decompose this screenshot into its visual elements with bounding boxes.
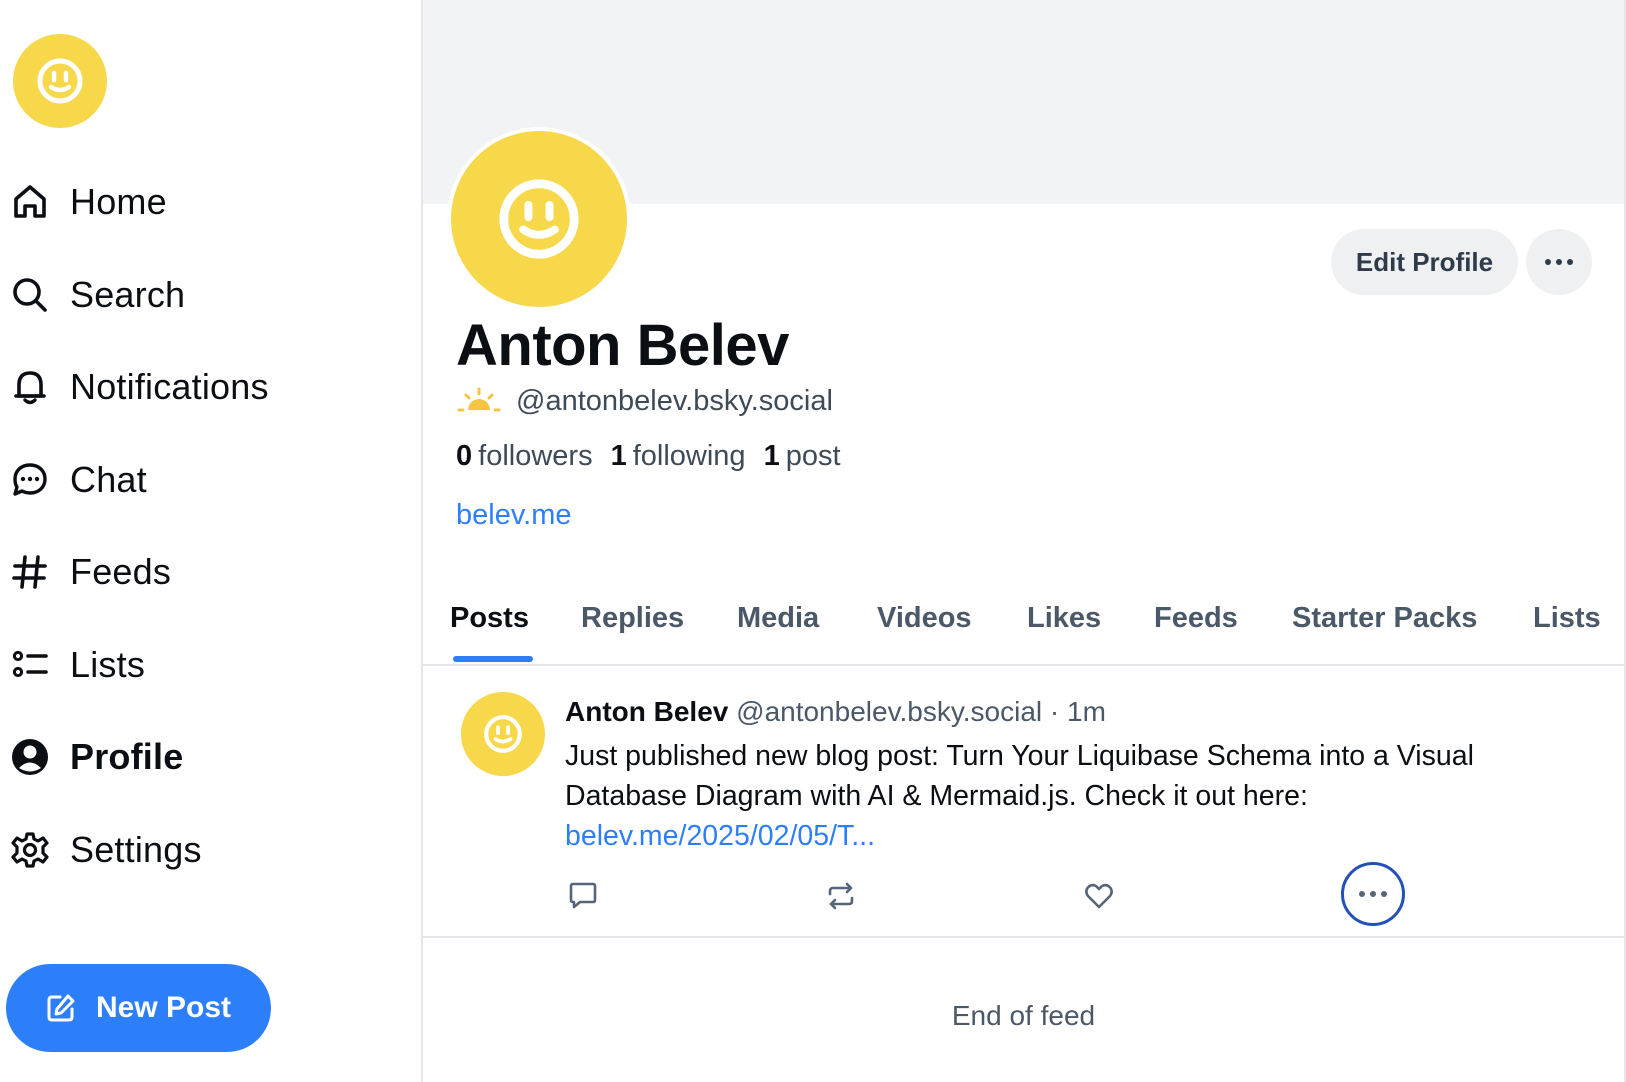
nav-label-notifications: Notifications bbox=[70, 366, 269, 407]
tab-media[interactable]: Media bbox=[737, 602, 819, 635]
chat-bubble-icon bbox=[8, 458, 52, 502]
like-icon bbox=[1085, 883, 1113, 909]
nav-label-profile: Profile bbox=[70, 736, 184, 777]
reply-button[interactable] bbox=[565, 878, 601, 914]
following-stat[interactable]: 1 following bbox=[611, 440, 746, 473]
profile-website-link[interactable]: belev.me bbox=[456, 499, 572, 532]
post-author-avatar[interactable] bbox=[461, 692, 545, 776]
nav-label-home: Home bbox=[70, 181, 167, 222]
posts-count: 1 bbox=[763, 440, 780, 472]
post-text: Just published new blog post: Turn Your … bbox=[565, 740, 1474, 812]
posts-stat: 1 post bbox=[764, 440, 841, 473]
profile-handle-row: @antonbelev.bsky.social bbox=[456, 384, 833, 418]
bell-icon bbox=[8, 365, 52, 409]
following-count: 1 bbox=[610, 440, 627, 472]
active-tab-indicator bbox=[453, 656, 533, 662]
profile-tabs: Posts Replies Media Videos Likes Feeds S… bbox=[423, 576, 1624, 666]
smiley-face-icon bbox=[484, 715, 522, 753]
post-body: Just published new blog post: Turn Your … bbox=[565, 736, 1595, 856]
post-link[interactable]: belev.me/2025/02/05/T... bbox=[565, 820, 875, 852]
posts-label: post bbox=[785, 440, 841, 472]
nav-item-notifications[interactable]: Notifications bbox=[8, 357, 269, 417]
nav-label-feeds: Feeds bbox=[70, 551, 172, 592]
followers-label: followers bbox=[478, 440, 593, 472]
nav-item-profile[interactable]: Profile bbox=[8, 727, 183, 787]
nav-label-chat: Chat bbox=[70, 459, 147, 500]
reply-icon bbox=[569, 882, 597, 909]
post-header: Anton Belev @antonbelev.bsky.social · 1m bbox=[565, 696, 1106, 728]
new-post-button[interactable]: New Post bbox=[6, 964, 271, 1052]
profile-stats: 0 followers 1 following 1 post bbox=[456, 440, 859, 473]
ellipsis-icon bbox=[1359, 891, 1387, 897]
smiley-face-icon bbox=[37, 58, 83, 104]
post-author-handle[interactable]: @antonbelev.bsky.social bbox=[736, 696, 1042, 727]
profile-handle: @antonbelev.bsky.social bbox=[516, 384, 833, 417]
nav-item-search[interactable]: Search bbox=[8, 265, 185, 325]
followers-stat[interactable]: 0 followers bbox=[456, 440, 593, 473]
repost-button[interactable] bbox=[823, 878, 859, 914]
nav-item-home[interactable]: Home bbox=[8, 172, 167, 232]
smiley-face-icon bbox=[499, 179, 579, 259]
tab-likes[interactable]: Likes bbox=[1027, 602, 1101, 635]
hash-icon bbox=[8, 550, 52, 594]
user-circle-icon bbox=[8, 735, 52, 779]
sunrise-icon bbox=[456, 384, 502, 418]
nav-item-feeds[interactable]: Feeds bbox=[8, 542, 171, 602]
post-meta-separator: · bbox=[1049, 696, 1060, 727]
profile-more-button[interactable] bbox=[1526, 229, 1592, 295]
nav-item-settings[interactable]: Settings bbox=[8, 820, 202, 880]
list-icon bbox=[8, 643, 52, 687]
profile-main: Edit Profile Anton Belev @antonbelev.bsk… bbox=[421, 0, 1626, 1082]
home-icon bbox=[8, 180, 52, 224]
tab-posts[interactable]: Posts bbox=[450, 602, 529, 635]
nav-item-chat[interactable]: Chat bbox=[8, 450, 147, 510]
followers-count: 0 bbox=[456, 440, 473, 472]
tab-replies[interactable]: Replies bbox=[581, 602, 684, 635]
like-button[interactable] bbox=[1081, 878, 1117, 914]
edit-profile-button[interactable]: Edit Profile bbox=[1331, 229, 1518, 295]
search-icon bbox=[8, 273, 52, 317]
end-of-feed-text: End of feed bbox=[951, 1000, 1096, 1031]
post-timestamp[interactable]: 1m bbox=[1067, 696, 1106, 727]
following-label: following bbox=[632, 440, 746, 472]
compose-icon bbox=[46, 993, 76, 1023]
tab-lists[interactable]: Lists bbox=[1533, 602, 1601, 635]
profile-display-name: Anton Belev bbox=[456, 313, 789, 378]
tab-videos[interactable]: Videos bbox=[877, 602, 972, 635]
tab-starter-packs[interactable]: Starter Packs bbox=[1292, 602, 1477, 635]
new-post-label: New Post bbox=[95, 991, 232, 1024]
post-author-name[interactable]: Anton Belev bbox=[565, 696, 728, 727]
nav-label-lists: Lists bbox=[70, 644, 146, 685]
nav-label-settings: Settings bbox=[70, 829, 202, 870]
tab-feeds[interactable]: Feeds bbox=[1154, 602, 1238, 635]
post-actions bbox=[565, 862, 1405, 932]
nav-label-search: Search bbox=[70, 274, 186, 315]
left-sidebar: Home Search Notifications Chat Feeds Lis… bbox=[0, 0, 421, 1082]
gear-icon bbox=[8, 828, 52, 872]
profile-avatar[interactable] bbox=[447, 127, 631, 311]
ellipsis-icon bbox=[1545, 259, 1573, 265]
nav-item-lists[interactable]: Lists bbox=[8, 635, 145, 695]
user-avatar-logo[interactable] bbox=[13, 34, 107, 128]
feed-post[interactable]: Anton Belev @antonbelev.bsky.social · 1m… bbox=[423, 666, 1624, 938]
post-more-button[interactable] bbox=[1341, 862, 1405, 926]
repost-icon bbox=[828, 882, 854, 910]
